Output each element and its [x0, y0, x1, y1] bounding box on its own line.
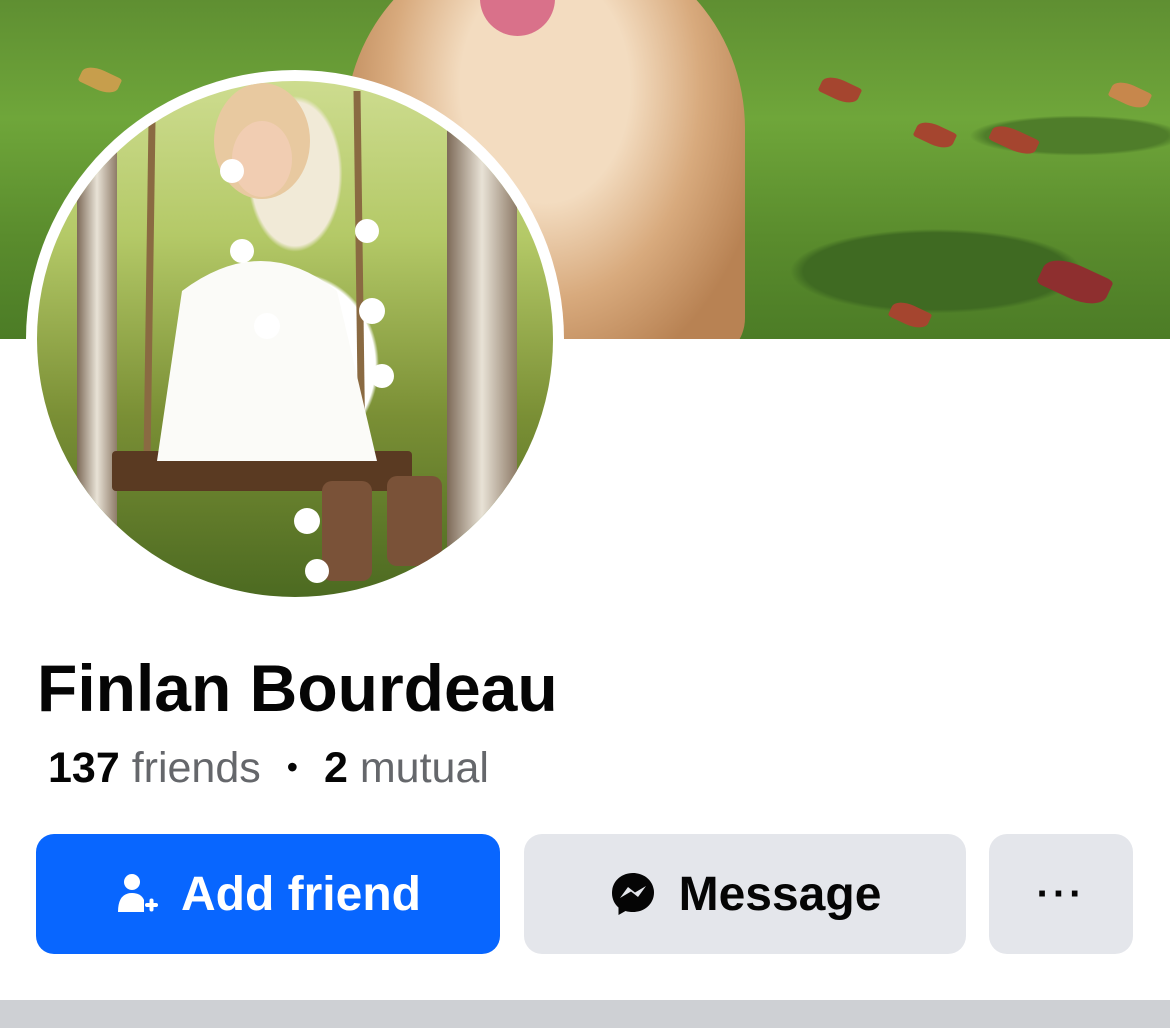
mutual-friends-link[interactable]: 2 mutual — [324, 744, 489, 792]
cover-leaf — [1107, 77, 1153, 113]
friends-count: 137 — [48, 744, 120, 792]
cover-leaf — [1036, 251, 1114, 313]
messenger-icon — [609, 870, 657, 918]
add-friend-label: Add friend — [181, 867, 421, 921]
profile-name: Finlan Bourdeau — [37, 651, 558, 725]
more-options-button[interactable]: ··· — [989, 834, 1133, 954]
cover-leaf — [817, 72, 863, 108]
section-divider — [0, 1000, 1170, 1028]
cover-leaf — [912, 117, 958, 153]
more-options-icon: ··· — [1036, 871, 1086, 916]
profile-picture[interactable] — [37, 81, 553, 597]
cover-leaf — [887, 297, 933, 333]
friends-label: friends — [131, 744, 261, 792]
message-button[interactable]: Message — [524, 834, 966, 954]
friends-link[interactable]: 137 friends — [48, 744, 261, 792]
add-friend-button[interactable]: Add friend — [36, 834, 500, 954]
mutual-label: mutual — [359, 744, 489, 792]
mutual-count: 2 — [323, 744, 348, 792]
avatar-person-illustration — [112, 83, 442, 583]
stats-separator: • — [286, 749, 298, 785]
cover-leaf — [988, 120, 1040, 160]
friend-stats: 137 friends • 2 mutual — [48, 744, 489, 793]
message-label: Message — [678, 867, 882, 921]
add-friend-icon — [115, 872, 159, 916]
